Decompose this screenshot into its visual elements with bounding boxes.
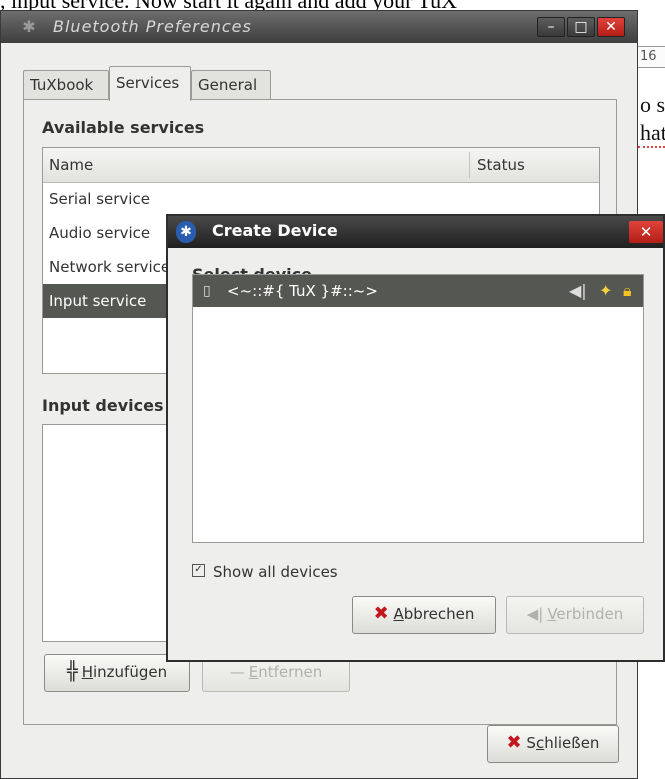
window-close-button[interactable]: ✕ bbox=[597, 17, 625, 37]
checkbox-box[interactable]: ✓ bbox=[192, 564, 205, 577]
column-header-status[interactable]: Status bbox=[477, 148, 525, 182]
bluetooth-icon: ✱ bbox=[22, 17, 36, 36]
service-row-serial[interactable]: Serial service bbox=[43, 182, 599, 216]
minus-icon: — bbox=[229, 663, 245, 681]
input-devices-title: Input devices bbox=[42, 396, 164, 415]
remove-button-label: ntfernen bbox=[258, 663, 323, 681]
star-icon: ✦ bbox=[599, 281, 613, 300]
device-list: ▯ <~::#{ TuX }#::~> ◀| ✦ 🔒︎ bbox=[192, 274, 644, 543]
connect-button[interactable]: ◀| Verbinden bbox=[506, 596, 644, 634]
cancel-button-label: bbrechen bbox=[403, 605, 475, 623]
close-button-label: Schließen bbox=[526, 734, 600, 752]
device-name: <~::#{ TuX }#::~> bbox=[227, 282, 378, 300]
phone-icon: ▯ bbox=[203, 283, 211, 299]
dialog-title: Create Device bbox=[212, 221, 338, 240]
show-all-devices-checkbox[interactable]: ✓ Show all devices bbox=[192, 562, 338, 582]
lock-icon: 🔒︎ bbox=[623, 281, 632, 300]
services-list-header: Name Status bbox=[43, 148, 599, 183]
tab-tuxbook[interactable]: TuXbook bbox=[23, 70, 109, 100]
create-device-dialog: ✱ Create Device ✕ Select device ▯ <~::#{… bbox=[166, 214, 665, 662]
plus-icon: ╬ bbox=[66, 661, 78, 682]
spellcheck-underline bbox=[638, 146, 665, 148]
close-button[interactable]: ✖ Schließen bbox=[487, 725, 619, 763]
column-header-name[interactable]: Name bbox=[49, 148, 93, 182]
background-text-line: hat bbox=[640, 120, 665, 145]
dialog-titlebar[interactable]: ✱ Create Device ✕ bbox=[168, 216, 663, 248]
window-title: Bluetooth Preferences bbox=[53, 17, 252, 36]
available-services-title: Available services bbox=[42, 118, 205, 137]
tab-general[interactable]: General bbox=[191, 70, 271, 100]
minimize-button[interactable]: – bbox=[537, 17, 565, 37]
background-text-line: o sc bbox=[640, 92, 665, 117]
cancel-button[interactable]: ✖ Abbrechen bbox=[352, 596, 496, 634]
add-button-label: inzufügen bbox=[93, 663, 168, 681]
plug-icon: ◀| bbox=[569, 281, 587, 300]
background-ruler: 16 bbox=[636, 46, 665, 68]
maximize-button[interactable]: □ bbox=[567, 17, 595, 37]
connect-button-label: erbinden bbox=[556, 605, 624, 623]
dialog-close-button[interactable]: ✕ bbox=[629, 221, 663, 243]
device-row[interactable]: ▯ <~::#{ TuX }#::~> ◀| ✦ 🔒︎ bbox=[193, 275, 643, 307]
close-x-icon: ✖ bbox=[506, 732, 522, 753]
show-all-devices-label: Show all devices bbox=[213, 563, 338, 581]
plug-icon: ◀| bbox=[526, 605, 544, 623]
column-separator bbox=[469, 152, 470, 178]
cancel-x-icon: ✖ bbox=[373, 603, 389, 624]
tab-services[interactable]: Services bbox=[109, 66, 191, 101]
window-titlebar[interactable]: ✱ Bluetooth Preferences – □ ✕ bbox=[1, 11, 637, 43]
bluetooth-icon: ✱ bbox=[176, 221, 196, 243]
